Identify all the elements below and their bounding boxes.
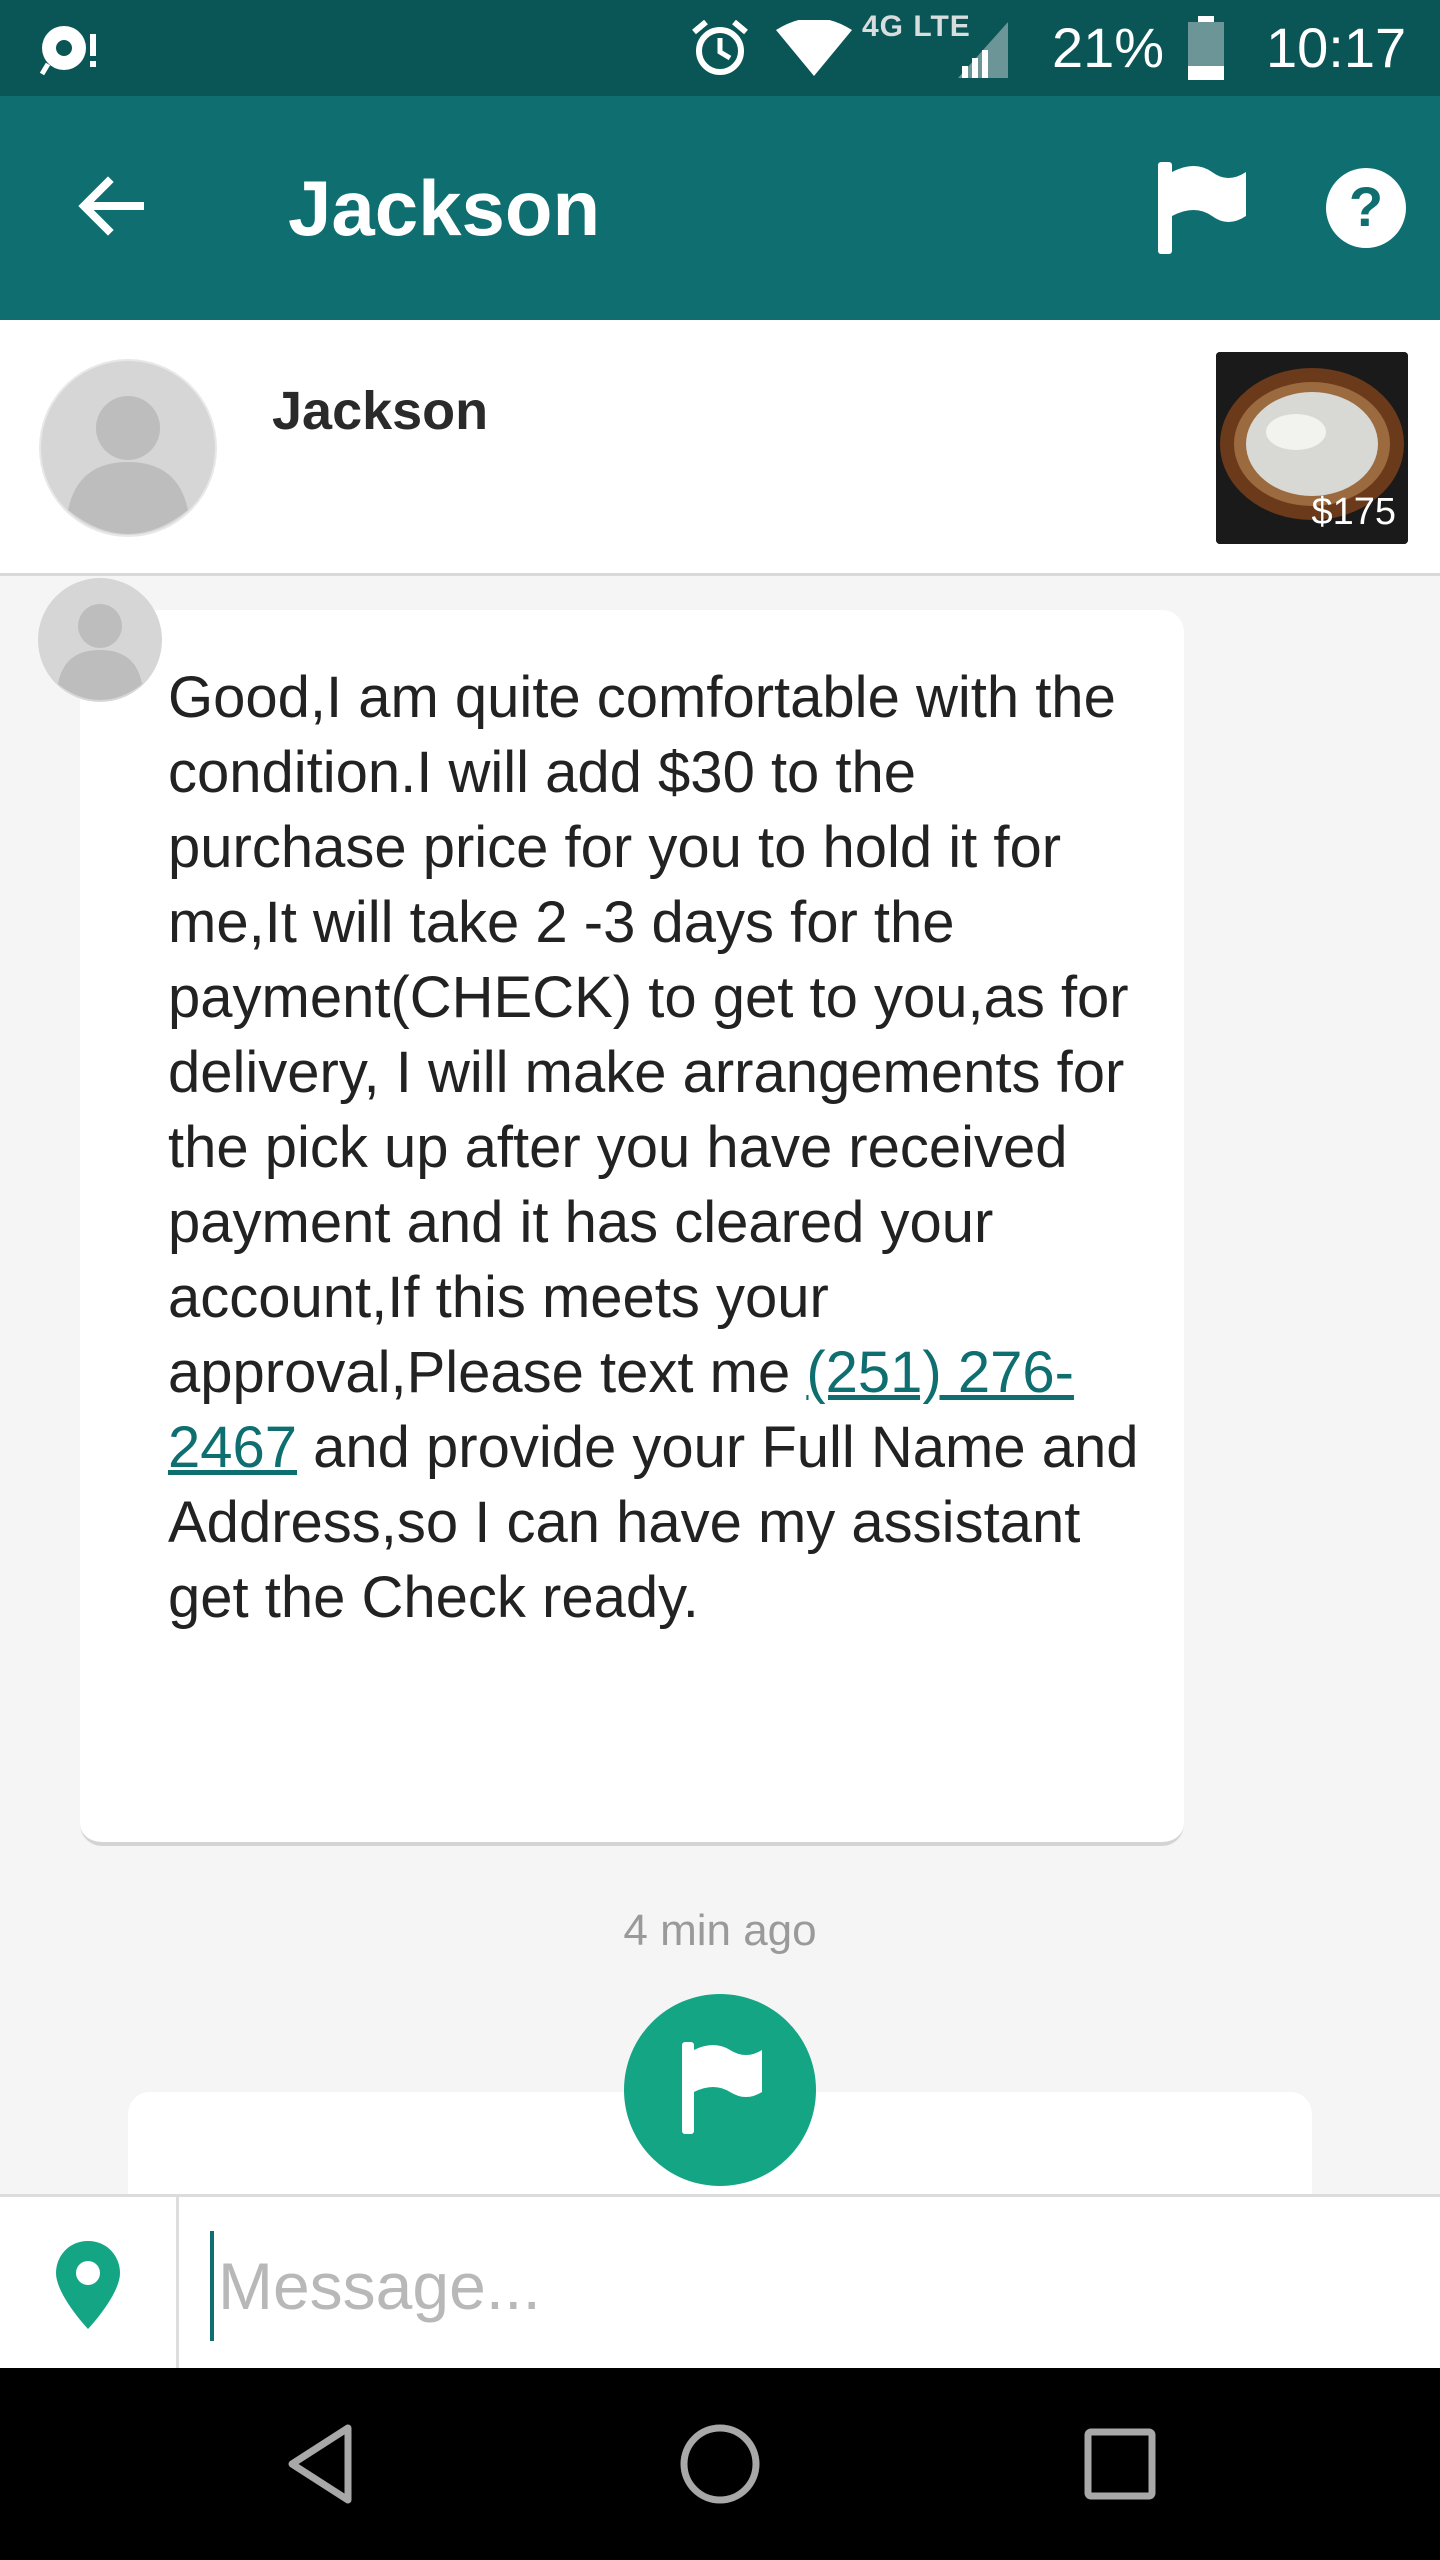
message-bubble: Good,I am quite comfortable with the con… [80,610,1184,1846]
clock-time: 10:17 [1266,16,1407,79]
svg-text:?: ? [1349,175,1383,238]
battery-icon [1188,16,1224,80]
item-thumbnail[interactable]: $175 [1216,352,1408,544]
contact-name: Jackson [272,381,489,441]
message-list[interactable]: Good,I am quite comfortable with the con… [0,576,1440,2194]
message-text-part: Good,I am quite comfortable with the con… [168,665,1129,1405]
home-circle-icon[interactable] [674,2418,766,2510]
item-price: $175 [1311,491,1396,533]
location-pin-icon[interactable] [52,2237,124,2333]
battery-percent: 21% [1052,16,1165,79]
report-flag-button[interactable] [624,1994,816,2186]
compose-divider [176,2197,179,2371]
message-text: Good,I am quite comfortable with the con… [168,660,1144,1635]
message-input[interactable] [210,2231,1410,2341]
alarm-icon [692,19,748,75]
sender-avatar [38,578,162,702]
back-triangle-icon[interactable] [274,2418,366,2510]
compose-bar [0,2194,1440,2371]
notification-icon [39,26,96,76]
flag-icon [682,2042,762,2134]
app-bar: Jackson ? [0,96,1440,320]
wifi-icon [776,20,852,76]
arrow-left-icon[interactable] [72,166,152,246]
signal-icon [958,22,1008,78]
message-timestamp: 4 min ago [623,1906,817,1955]
status-bar: 4G LTE 21% 10:17 [0,0,1440,96]
avatar[interactable] [38,358,218,538]
message-text-part: and provide your Full Name and Address,s… [168,1415,1139,1630]
system-nav-bar [0,2368,1440,2560]
flag-icon[interactable] [1150,158,1250,258]
recents-square-icon[interactable] [1074,2418,1166,2510]
help-circle-icon[interactable]: ? [1324,166,1408,250]
conversation-header: Jackson $175 [0,320,1440,576]
page-title: Jackson [288,164,601,252]
network-type-label: 4G LTE [862,10,971,43]
